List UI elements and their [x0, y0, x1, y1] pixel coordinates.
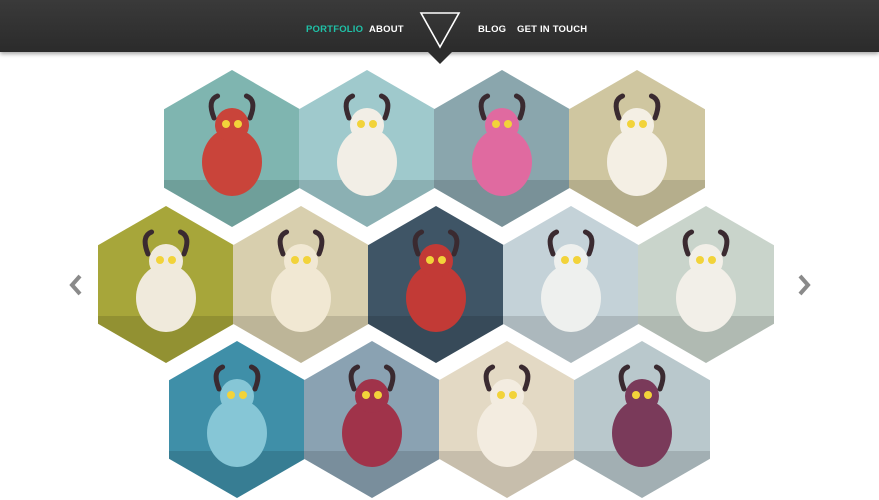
nav-pointer [426, 50, 454, 64]
portfolio-tile[interactable] [169, 341, 305, 498]
portfolio-tile[interactable] [98, 206, 234, 363]
portfolio-tile[interactable] [368, 206, 504, 363]
monster-illustration [503, 206, 639, 363]
portfolio-tile[interactable] [638, 206, 774, 363]
monster-illustration [299, 70, 435, 227]
top-navbar: PORTFOLIO ABOUT BLOG GET IN TOUCH [0, 0, 879, 52]
portfolio-tile[interactable] [569, 70, 705, 227]
portfolio-tile[interactable] [439, 341, 575, 498]
portfolio-tile[interactable] [233, 206, 369, 363]
monster-illustration [304, 341, 440, 498]
monster-illustration [368, 206, 504, 363]
monster-illustration [434, 70, 570, 227]
monster-illustration [164, 70, 300, 227]
portfolio-tile[interactable] [503, 206, 639, 363]
monster-illustration [638, 206, 774, 363]
monster-illustration [233, 206, 369, 363]
nav-portfolio[interactable]: PORTFOLIO [306, 24, 363, 35]
chevron-left-icon[interactable] [68, 273, 84, 297]
portfolio-tile[interactable] [574, 341, 710, 498]
nav-get-in-touch[interactable]: GET IN TOUCH [517, 24, 587, 35]
triangle-logo-icon[interactable] [419, 11, 461, 49]
monster-illustration [439, 341, 575, 498]
monster-illustration [169, 341, 305, 498]
portfolio-tile[interactable] [304, 341, 440, 498]
monster-illustration [98, 206, 234, 363]
nav-about[interactable]: ABOUT [369, 24, 404, 35]
chevron-right-icon[interactable] [796, 273, 812, 297]
portfolio-tile[interactable] [164, 70, 300, 227]
portfolio-tile[interactable] [434, 70, 570, 227]
portfolio-tile[interactable] [299, 70, 435, 227]
nav-blog[interactable]: BLOG [478, 24, 506, 35]
monster-illustration [574, 341, 710, 498]
monster-illustration [569, 70, 705, 227]
